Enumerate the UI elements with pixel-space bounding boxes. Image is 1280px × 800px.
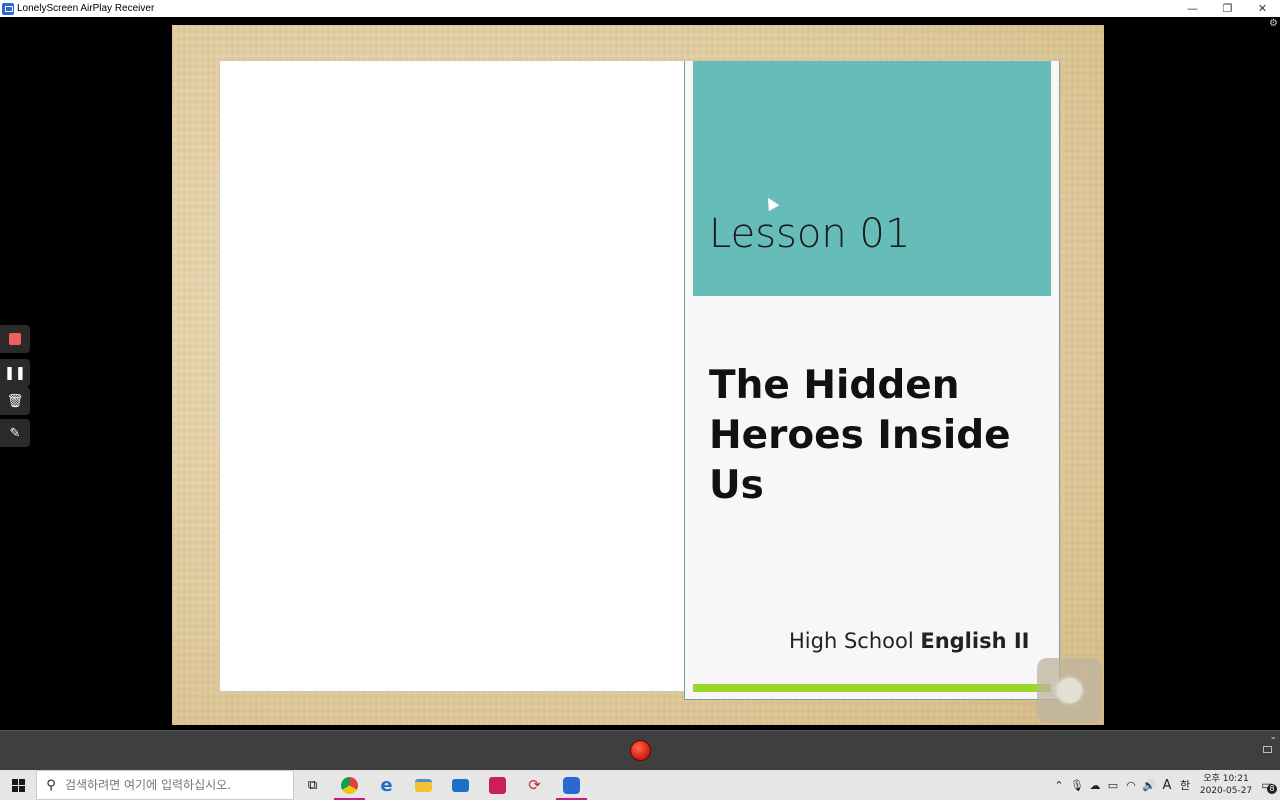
battery-icon[interactable]: ▭ — [1104, 779, 1122, 792]
edge-taskbar-button[interactable]: e — [368, 770, 405, 800]
chrome-taskbar-button[interactable] — [331, 770, 368, 800]
windows-logo-icon — [11, 778, 25, 792]
wifi-icon[interactable]: ◠ — [1122, 779, 1140, 792]
search-input[interactable] — [65, 778, 285, 792]
annotate-button[interactable]: ✎ — [0, 419, 30, 447]
notification-center-button[interactable]: ▭ 8 — [1254, 770, 1280, 800]
system-tray: ⌃ 🎙 ☁ ▭ ◠ 🔊 A 한 오후 10:21 2020-05-27 ▭ 8 — [1050, 770, 1280, 800]
teal-header-block — [693, 61, 1051, 296]
delete-button[interactable]: 🗑 — [0, 387, 30, 415]
app-red-taskbar-button[interactable] — [479, 770, 516, 800]
mirror-stage: ⚙ Lesson 01 The Hidden Heroes Inside Us … — [0, 17, 1280, 730]
pen-icon: ✎ — [9, 425, 21, 441]
cloud-icon[interactable]: ☁ — [1086, 779, 1104, 792]
trash-icon: 🗑 — [6, 393, 24, 409]
start-button[interactable] — [0, 770, 36, 800]
clock-time: 오후 10:21 — [1203, 774, 1249, 784]
mail-taskbar-button[interactable] — [442, 770, 479, 800]
green-accent-bar — [693, 684, 1051, 692]
task-view-icon: ⧉ — [307, 777, 318, 793]
pause-button[interactable]: ❚❚ — [0, 359, 30, 387]
title-bar: LonelyScreen AirPlay Receiver — ❐ ✕ — [0, 0, 1280, 17]
taskbar-search[interactable]: ⚲ — [36, 770, 294, 800]
course-label: High School English II — [789, 629, 1029, 653]
folder-icon — [415, 778, 432, 792]
ime-mode[interactable]: A — [1158, 778, 1176, 793]
slide-headline: The Hidden Heroes Inside Us — [709, 363, 1011, 508]
app-red-icon — [489, 776, 506, 794]
minimize-button[interactable]: — — [1175, 0, 1210, 17]
gear-icon[interactable]: ⚙ — [1269, 18, 1278, 29]
edge-icon: e — [380, 774, 393, 796]
window-title: LonelyScreen AirPlay Receiver — [17, 3, 155, 14]
pause-icon: ❚❚ — [4, 365, 26, 381]
sync-icon: ⟳ — [528, 776, 541, 794]
clock[interactable]: 오후 10:21 2020-05-27 — [1198, 773, 1254, 797]
assistive-touch-button[interactable] — [1037, 658, 1102, 723]
monitor-icon — [563, 776, 580, 794]
microphone-icon[interactable]: 🎙 — [1068, 779, 1086, 792]
slide-background: Lesson 01 The Hidden Heroes Inside Us Hi… — [172, 25, 1104, 725]
stop-icon — [9, 333, 21, 345]
file-explorer-taskbar-button[interactable] — [405, 770, 442, 800]
restore-button[interactable]: ❐ — [1210, 0, 1245, 17]
course-level: High School — [789, 629, 914, 653]
chevron-down-icon[interactable]: ⌄ — [1269, 732, 1277, 742]
slide-content-area: Lesson 01 The Hidden Heroes Inside Us Hi… — [219, 60, 1060, 700]
notification-badge: 8 — [1267, 784, 1277, 794]
clock-date: 2020-05-27 — [1199, 786, 1253, 796]
stop-recording-button[interactable] — [0, 325, 30, 353]
app-sync-taskbar-button[interactable]: ⟳ — [516, 770, 553, 800]
course-name: English II — [920, 629, 1030, 653]
record-button[interactable] — [630, 740, 651, 761]
ime-hangul[interactable]: 한 — [1176, 777, 1194, 793]
mail-icon — [452, 778, 469, 792]
lonelyscreen-taskbar-button[interactable] — [553, 770, 590, 800]
search-icon: ⚲ — [46, 777, 56, 793]
title-card: Lesson 01 The Hidden Heroes Inside Us Hi… — [684, 61, 1060, 700]
window-mode-icon[interactable] — [1263, 746, 1272, 753]
volume-icon[interactable]: 🔊 — [1140, 779, 1158, 792]
chrome-icon — [341, 776, 358, 794]
close-button[interactable]: ✕ — [1245, 0, 1280, 17]
chevron-up-icon[interactable]: ⌃ — [1050, 779, 1068, 792]
windows-taskbar: ⚲ ⧉ e ⟳ ⌃ 🎙 ☁ ▭ ◠ 🔊 A 한 오후 10:21 2020-05… — [0, 770, 1280, 800]
lonelyscreen-app-icon — [2, 2, 14, 15]
control-bar: ⌄ — [0, 730, 1280, 770]
task-view-button[interactable]: ⧉ — [294, 770, 331, 800]
lesson-number: Lesson 01 — [709, 211, 911, 257]
